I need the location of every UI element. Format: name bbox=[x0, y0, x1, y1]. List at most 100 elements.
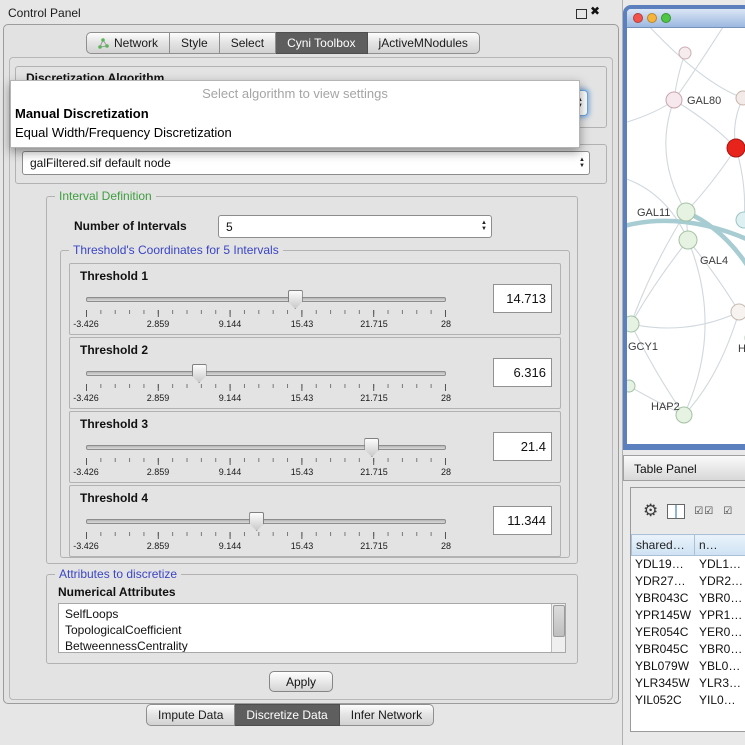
close-window-icon[interactable]: ✖ bbox=[590, 4, 600, 18]
tab-impute-data[interactable]: Impute Data bbox=[146, 704, 235, 726]
node-label: GAL80 bbox=[687, 95, 721, 107]
network-node[interactable] bbox=[727, 139, 745, 157]
attribute-item[interactable]: BetweennessCentrality bbox=[65, 638, 565, 653]
network-edge[interactable] bbox=[631, 212, 686, 324]
scale-label: 28 bbox=[441, 393, 451, 403]
network-node[interactable] bbox=[679, 47, 691, 59]
network-edge[interactable] bbox=[674, 100, 736, 148]
table-cell: YLR3… bbox=[695, 675, 745, 692]
table-row[interactable]: YLR345WYLR3… bbox=[631, 675, 745, 692]
spinner-down-icon: ▼ bbox=[481, 227, 487, 232]
threshold-value-field[interactable]: 11.344 bbox=[493, 506, 552, 535]
threshold-slider[interactable]: -3.4262.8599.14415.4321.71528 bbox=[86, 510, 446, 554]
network-edge[interactable] bbox=[631, 312, 739, 328]
dropdown-option-manual-discretization[interactable]: Manual Discretization bbox=[11, 104, 579, 123]
slider-thumb[interactable] bbox=[288, 290, 303, 309]
network-icon bbox=[98, 38, 109, 49]
network-node[interactable] bbox=[627, 316, 639, 332]
tab-style[interactable]: Style bbox=[170, 32, 220, 54]
network-node[interactable] bbox=[679, 231, 697, 249]
number-of-intervals-combobox[interactable]: 5 ▲ ▼ bbox=[218, 215, 492, 238]
slider-thumb[interactable] bbox=[249, 512, 264, 531]
threshold-slider[interactable]: -3.4262.8599.14415.4321.71528 bbox=[86, 362, 446, 406]
attribute-item[interactable]: SelfLoops bbox=[65, 606, 565, 622]
table-row[interactable]: YDR27…YDR2… bbox=[631, 573, 745, 590]
attributes-scrollbar[interactable] bbox=[551, 604, 565, 652]
column-header-1[interactable]: shared… bbox=[631, 534, 695, 556]
hide-columns-icon[interactable]: ☑ bbox=[723, 506, 733, 517]
slider-major-ticks bbox=[86, 458, 446, 465]
network-node[interactable] bbox=[736, 212, 745, 228]
threshold-value-field[interactable]: 6.316 bbox=[493, 358, 552, 387]
scrollbar-thumb[interactable] bbox=[553, 605, 565, 637]
table-row[interactable]: YBR043CYBR0… bbox=[631, 590, 745, 607]
threshold-value-field[interactable]: 14.713 bbox=[493, 284, 552, 313]
zoom-traffic-icon[interactable] bbox=[661, 13, 671, 23]
scale-label: 15.43 bbox=[291, 541, 314, 551]
tab-discretize-data[interactable]: Discretize Data bbox=[235, 704, 339, 726]
tab-infer-network[interactable]: Infer Network bbox=[340, 704, 434, 726]
apply-button[interactable]: Apply bbox=[269, 671, 333, 692]
network-edge[interactable] bbox=[666, 100, 686, 212]
table-cell: YBR043C bbox=[631, 590, 695, 607]
thresholds-coordinates-group: Threshold's Coordinates for 5 Intervals … bbox=[60, 250, 570, 558]
scale-label: -3.426 bbox=[73, 467, 99, 477]
numerical-attributes-list[interactable]: SelfLoopsTopologicalCoefficientBetweenne… bbox=[58, 603, 566, 653]
scale-label: 9.144 bbox=[219, 541, 242, 551]
network-node[interactable] bbox=[677, 203, 695, 221]
attribute-item[interactable]: TopologicalCoefficient bbox=[65, 622, 565, 638]
network-edge[interactable] bbox=[736, 148, 745, 220]
table-row[interactable]: YIL052CYIL0… bbox=[631, 692, 745, 709]
network-edge[interactable] bbox=[684, 312, 739, 415]
threshold-value-field[interactable]: 21.4 bbox=[493, 432, 552, 461]
dropdown-prompt: Select algorithm to view settings bbox=[11, 81, 579, 104]
node-label: GAL11 bbox=[637, 207, 670, 219]
float-window-icon[interactable] bbox=[576, 9, 587, 19]
network-edge[interactable] bbox=[688, 240, 739, 312]
close-traffic-icon[interactable] bbox=[633, 13, 643, 23]
slider-thumb[interactable] bbox=[364, 438, 379, 457]
network-canvas[interactable]: GAL80GAL11GAL4GCY1HHAP2 bbox=[627, 28, 745, 427]
column-browser-icon[interactable] bbox=[667, 504, 685, 519]
network-svg[interactable]: GAL80GAL11GAL4GCY1HHAP2 bbox=[627, 28, 745, 427]
table-cell: YBR0… bbox=[695, 641, 745, 658]
gear-icon[interactable]: ⚙ bbox=[643, 501, 658, 521]
table-body: YDL19…YDL1…YDR27…YDR2…YBR043CYBR0…YPR145… bbox=[631, 556, 745, 731]
network-node[interactable] bbox=[736, 91, 745, 105]
network-edge[interactable] bbox=[686, 148, 736, 212]
tab-network[interactable]: Network bbox=[86, 32, 170, 54]
threshold-slider[interactable]: -3.4262.8599.14415.4321.71528 bbox=[86, 288, 446, 332]
table-row[interactable]: YDL19…YDL1… bbox=[631, 556, 745, 573]
tab-select[interactable]: Select bbox=[220, 32, 276, 54]
table-row[interactable]: YBL079WYBL0… bbox=[631, 658, 745, 675]
table-cell: YER054C bbox=[631, 624, 695, 641]
minimize-traffic-icon[interactable] bbox=[647, 13, 657, 23]
column-header-2[interactable]: n… bbox=[695, 534, 745, 556]
dropdown-option-equal-width-frequency[interactable]: Equal Width/Frequency Discretization bbox=[11, 123, 579, 142]
slider-track bbox=[86, 371, 446, 376]
table-row[interactable]: YPR145WYPR1… bbox=[631, 607, 745, 624]
threshold-slider[interactable]: -3.4262.8599.14415.4321.71528 bbox=[86, 436, 446, 480]
network-node[interactable] bbox=[627, 380, 635, 392]
network-edge[interactable] bbox=[647, 28, 743, 98]
spinner-up-icon: ▲ bbox=[579, 158, 585, 163]
network-window-titlebar[interactable] bbox=[627, 9, 745, 28]
table-header-row: shared…n… bbox=[631, 534, 745, 556]
table-cell: YBR0… bbox=[695, 590, 745, 607]
table-data-combobox[interactable]: galFiltered.sif default node ▲ ▼ bbox=[22, 151, 590, 175]
slider-track bbox=[86, 445, 446, 450]
table-row[interactable]: YER054CYER0… bbox=[631, 624, 745, 641]
threshold-label: Threshold 2 bbox=[80, 343, 148, 357]
slider-thumb[interactable] bbox=[192, 364, 207, 383]
network-view-window: GAL80GAL11GAL4GCY1HHAP2 bbox=[623, 5, 745, 450]
tab-jactivemnodules[interactable]: jActiveMNodules bbox=[368, 32, 480, 54]
table-panel-header[interactable]: Table Panel bbox=[623, 455, 745, 481]
network-node[interactable] bbox=[666, 92, 682, 108]
slider-scale-labels: -3.4262.8599.14415.4321.71528 bbox=[86, 393, 446, 403]
network-node[interactable] bbox=[731, 304, 745, 320]
tab-cyni-toolbox[interactable]: Cyni Toolbox bbox=[276, 32, 367, 54]
show-columns-icon[interactable]: ☑☑ bbox=[694, 506, 714, 517]
slider-scale-labels: -3.4262.8599.14415.4321.71528 bbox=[86, 319, 446, 329]
table-row[interactable]: YBR045CYBR0… bbox=[631, 641, 745, 658]
network-edge[interactable] bbox=[631, 240, 688, 324]
